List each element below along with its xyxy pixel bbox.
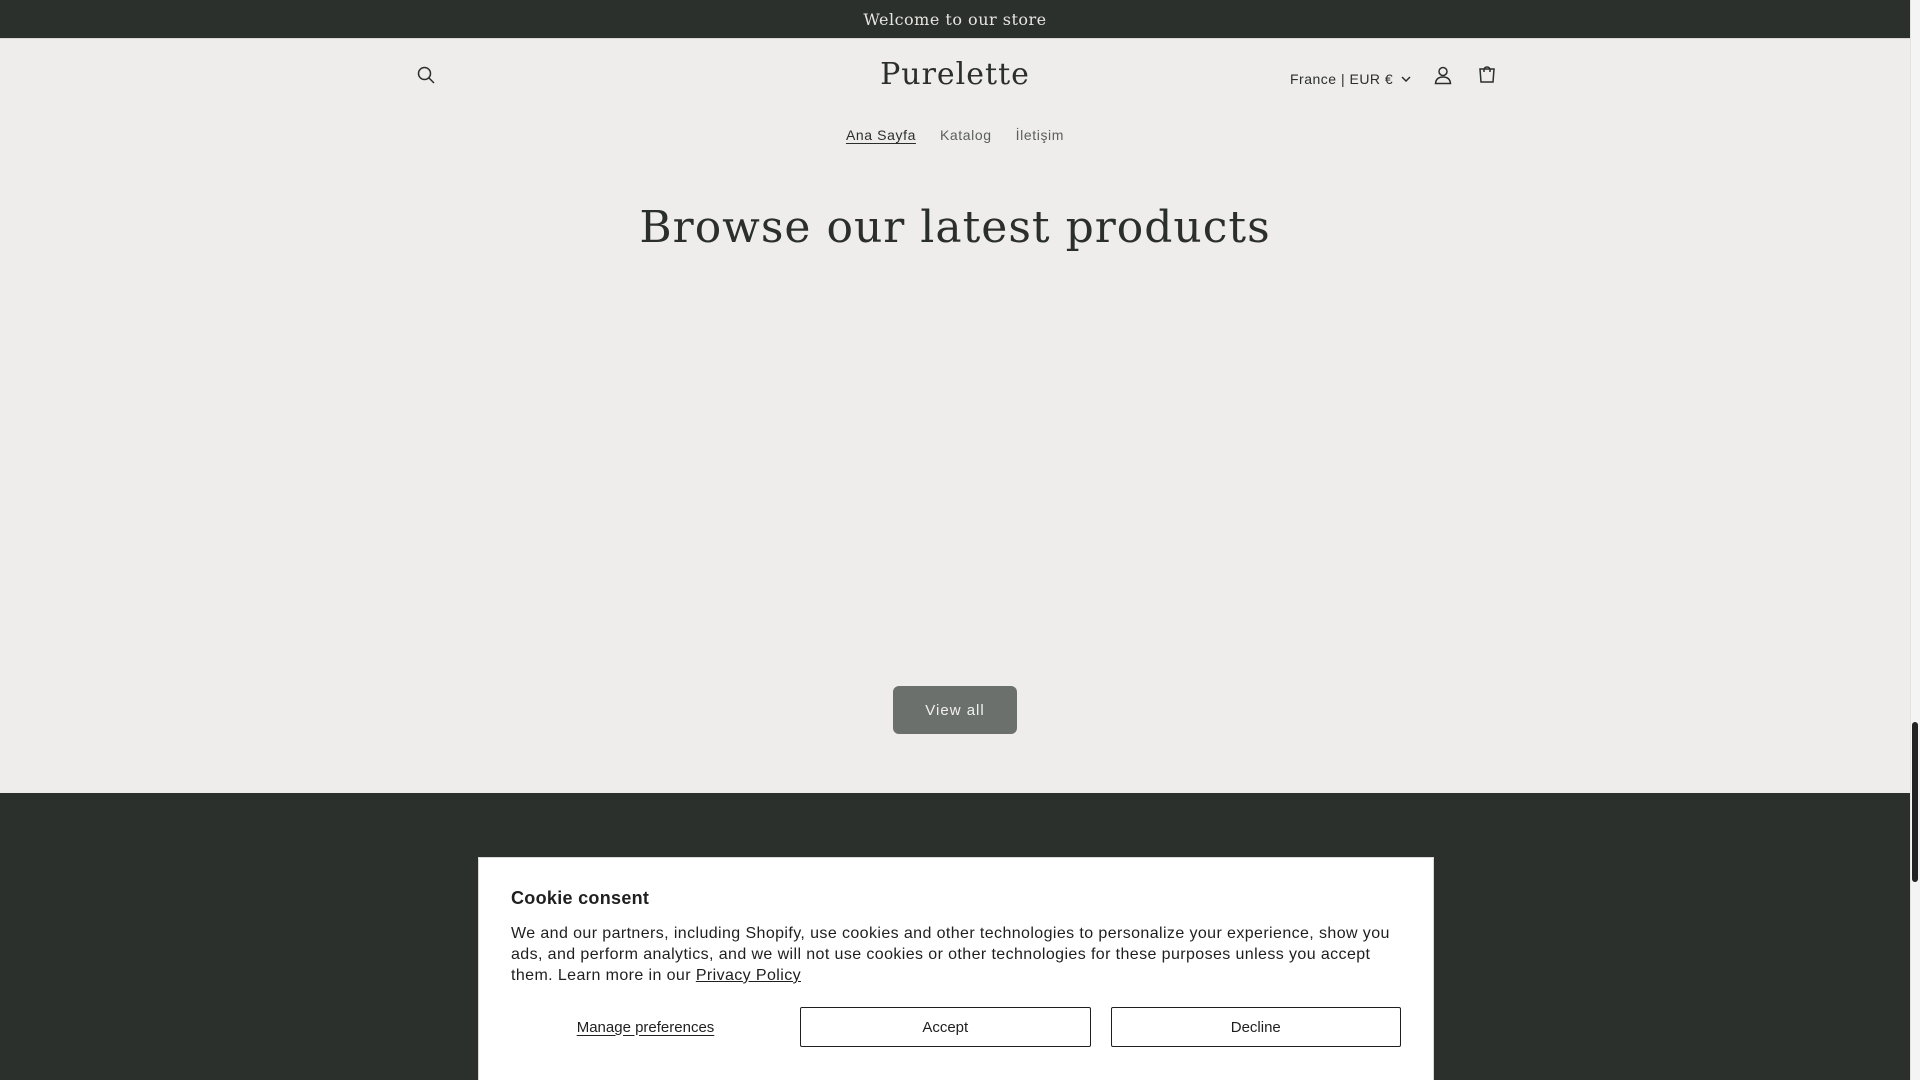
cookie-description: We and our partners, including Shopify, … <box>511 925 1390 984</box>
main-navigation: Ana Sayfa Katalog İletişim <box>0 123 1910 147</box>
cart-icon <box>1479 66 1495 83</box>
store-logo[interactable]: Purelette <box>0 57 1910 92</box>
site-header: Purelette France | EUR € Ana Sayfa Katal… <box>0 38 1910 162</box>
nav-item-contact[interactable]: İletişim <box>1016 123 1064 147</box>
cookie-actions: Manage preferences Accept Decline <box>511 1007 1401 1047</box>
nav-item-home[interactable]: Ana Sayfa <box>846 123 916 147</box>
page: Welcome to our store Purelette France | … <box>0 0 1910 1080</box>
view-all-button[interactable]: View all <box>893 686 1017 734</box>
store-logo-text: Purelette <box>880 57 1030 92</box>
account-button[interactable] <box>1421 53 1465 97</box>
privacy-policy-link[interactable]: Privacy Policy <box>696 967 801 984</box>
cookie-title: Cookie consent <box>511 888 650 908</box>
accept-button[interactable]: Accept <box>800 1007 1091 1047</box>
manage-preferences-button[interactable]: Manage preferences <box>511 1007 780 1047</box>
page-scrollbar[interactable] <box>1910 0 1920 1080</box>
decline-button[interactable]: Decline <box>1110 1007 1401 1047</box>
cart-button[interactable] <box>1465 53 1509 97</box>
nav-item-catalog[interactable]: Katalog <box>940 123 992 147</box>
announcement-bar: Welcome to our store <box>0 0 1910 38</box>
account-icon <box>1434 66 1452 85</box>
country-selector-label: France | EUR € <box>1290 71 1394 87</box>
cookie-consent-banner: Cookie consent We and our partners, incl… <box>478 857 1434 1080</box>
country-selector[interactable]: France | EUR € <box>1290 61 1411 97</box>
announcement-text: Welcome to our store <box>863 9 1047 29</box>
cookie-text: We and our partners, including Shopify, … <box>511 923 1401 986</box>
section-title: Browse our latest products <box>639 202 1271 253</box>
chevron-down-icon <box>1401 76 1411 82</box>
scrollbar-thumb[interactable] <box>1912 722 1918 882</box>
